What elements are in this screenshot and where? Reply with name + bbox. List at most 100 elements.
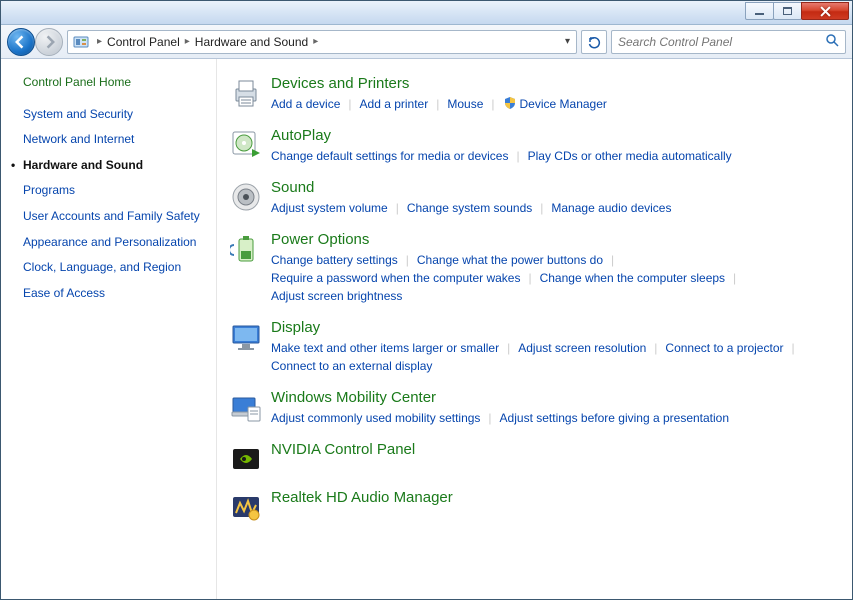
separator: | xyxy=(488,409,491,427)
breadcrumb-item[interactable]: Hardware and Sound xyxy=(195,35,308,49)
sidebar-item-clock-language-and-region[interactable]: Clock, Language, and Region xyxy=(23,260,206,276)
chevron-right-icon: ▸ xyxy=(97,36,102,47)
task-link[interactable]: Change default settings for media or dev… xyxy=(271,147,508,165)
control-panel-icon xyxy=(72,33,90,51)
separator: | xyxy=(540,199,543,217)
category-links: Change battery settings|Change what the … xyxy=(271,251,840,305)
task-link[interactable]: Connect to an external display xyxy=(271,357,432,375)
category-nvidia-control-panel: NVIDIA Control Panel xyxy=(227,441,840,475)
task-link[interactable]: Change what the power buttons do xyxy=(417,251,603,269)
task-link[interactable]: Adjust commonly used mobility settings xyxy=(271,409,480,427)
category-links: Make text and other items larger or smal… xyxy=(271,339,840,375)
category-title[interactable]: NVIDIA Control Panel xyxy=(271,441,840,458)
search-box[interactable] xyxy=(611,30,846,54)
category-title[interactable]: AutoPlay xyxy=(271,127,840,144)
close-button[interactable] xyxy=(801,2,849,20)
task-link[interactable]: Make text and other items larger or smal… xyxy=(271,339,499,357)
sidebar-item-user-accounts-and-family-safety[interactable]: User Accounts and Family Safety xyxy=(23,209,206,225)
refresh-button[interactable] xyxy=(581,30,607,54)
category-title[interactable]: Windows Mobility Center xyxy=(271,389,840,406)
task-link[interactable]: Add a printer xyxy=(360,95,429,113)
sidebar-item-hardware-and-sound[interactable]: Hardware and Sound xyxy=(23,158,206,174)
task-link[interactable]: Play CDs or other media automatically xyxy=(528,147,732,165)
category-title[interactable]: Power Options xyxy=(271,231,840,248)
battery-icon xyxy=(227,231,265,265)
refresh-icon xyxy=(587,35,601,49)
task-link[interactable]: Adjust settings before giving a presenta… xyxy=(500,409,729,427)
sidebar-item-system-and-security[interactable]: System and Security xyxy=(23,107,206,123)
mobility-icon xyxy=(227,389,265,423)
separator: | xyxy=(516,147,519,165)
search-icon xyxy=(825,33,839,50)
chevron-down-icon[interactable]: ▾ xyxy=(565,36,570,47)
category-windows-mobility-center: Windows Mobility Center Adjust commonly u… xyxy=(227,389,840,427)
category-title[interactable]: Realtek HD Audio Manager xyxy=(271,489,840,506)
task-link[interactable]: Adjust screen resolution xyxy=(518,339,646,357)
separator: | xyxy=(348,95,351,113)
sidebar-item-appearance-and-personalization[interactable]: Appearance and Personalization xyxy=(23,235,206,251)
category-links: Adjust commonly used mobility settings | A… xyxy=(271,409,840,427)
autoplay-icon xyxy=(227,127,265,161)
sidebar-home[interactable]: Control Panel Home xyxy=(23,75,206,91)
body: Control Panel Home System and Security Ne… xyxy=(1,59,852,599)
separator: | xyxy=(396,199,399,217)
minimize-button[interactable] xyxy=(745,2,774,20)
task-link[interactable]: Add a device xyxy=(271,95,340,113)
category-devices-and-printers: Devices and Printers Add a device | Add a p… xyxy=(227,75,840,113)
forward-button[interactable] xyxy=(35,28,63,56)
separator: | xyxy=(406,251,409,269)
task-link[interactable]: Change when the computer sleeps xyxy=(540,269,725,287)
task-link[interactable]: Manage audio devices xyxy=(551,199,671,217)
category-links: Adjust system volume | Change system sound… xyxy=(271,199,840,217)
category-links: Change default settings for media or dev… xyxy=(271,147,840,165)
category-display: Display Make text and other items larger … xyxy=(227,319,840,375)
separator: | xyxy=(733,269,736,287)
category-realtek-hd-audio-manager: Realtek HD Audio Manager xyxy=(227,489,840,523)
task-link[interactable]: Device Manager xyxy=(503,95,607,113)
sidebar: Control Panel Home System and Security Ne… xyxy=(1,59,216,599)
search-input[interactable] xyxy=(618,35,825,49)
speaker-icon xyxy=(227,179,265,213)
arrow-right-icon xyxy=(42,35,56,49)
task-link[interactable]: Adjust screen brightness xyxy=(271,287,402,305)
separator: | xyxy=(528,269,531,287)
sidebar-item-network-and-internet[interactable]: Network and Internet xyxy=(23,132,206,148)
separator: | xyxy=(507,339,510,357)
chevron-right-icon: ▸ xyxy=(185,36,190,47)
category-title[interactable]: Sound xyxy=(271,179,840,196)
task-link[interactable]: Change system sounds xyxy=(407,199,532,217)
category-power-options: Power OptionsChange battery settings|Cha… xyxy=(227,231,840,305)
category-links: Add a device | Add a printer | Mouse | Device … xyxy=(271,95,840,113)
task-link[interactable]: Mouse xyxy=(447,95,483,113)
address-bar-row: ▸ Control Panel ▸ Hardware and Sound ▸ ▾ xyxy=(1,25,852,59)
separator: | xyxy=(792,339,795,357)
uac-shield-icon xyxy=(503,96,517,110)
control-panel-window: ▸ Control Panel ▸ Hardware and Sound ▸ ▾… xyxy=(0,0,853,600)
separator: | xyxy=(436,95,439,113)
separator: | xyxy=(491,95,494,113)
separator: | xyxy=(654,339,657,357)
sidebar-item-ease-of-access[interactable]: Ease of Access xyxy=(23,286,206,302)
arrow-left-icon xyxy=(14,35,28,49)
task-link[interactable]: Adjust system volume xyxy=(271,199,388,217)
chevron-right-icon: ▸ xyxy=(313,36,318,47)
titlebar xyxy=(1,1,852,25)
maximize-button[interactable] xyxy=(773,2,802,20)
category-sound: Sound Adjust system volume | Change system … xyxy=(227,179,840,217)
nav-buttons xyxy=(7,28,63,56)
category-title[interactable]: Display xyxy=(271,319,840,336)
display-icon xyxy=(227,319,265,353)
nvidia-icon xyxy=(227,441,265,475)
category-autoplay: AutoPlay Change default settings for medi… xyxy=(227,127,840,165)
breadcrumb[interactable]: ▸ Control Panel ▸ Hardware and Sound ▸ ▾ xyxy=(67,30,577,54)
realtek-icon xyxy=(227,489,265,523)
back-button[interactable] xyxy=(7,28,35,56)
task-link[interactable]: Connect to a projector xyxy=(665,339,783,357)
task-link[interactable]: Require a password when the computer wak… xyxy=(271,269,520,287)
separator: | xyxy=(611,251,614,269)
task-link[interactable]: Change battery settings xyxy=(271,251,398,269)
breadcrumb-item[interactable]: Control Panel xyxy=(107,35,180,49)
content-area: Devices and Printers Add a device | Add a p… xyxy=(216,59,852,599)
sidebar-item-programs[interactable]: Programs xyxy=(23,183,206,199)
category-title[interactable]: Devices and Printers xyxy=(271,75,840,92)
